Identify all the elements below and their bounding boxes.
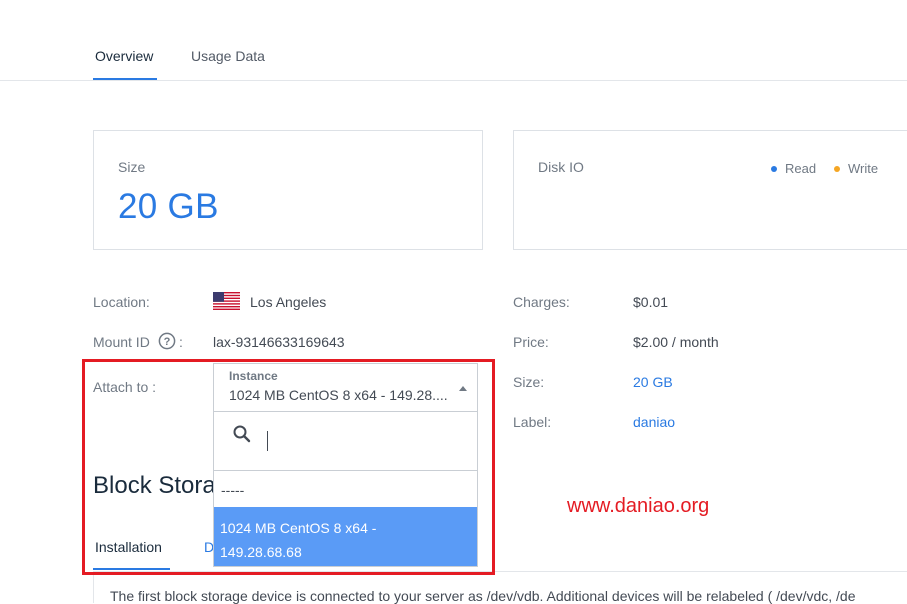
size-link[interactable]: 20 GB	[633, 374, 673, 390]
price-label: Price:	[513, 334, 549, 350]
label-link[interactable]: daniao	[633, 414, 675, 430]
charges-value: $0.01	[633, 294, 669, 310]
size-label: Size:	[513, 374, 545, 390]
mount-id-label: Mount ID	[93, 334, 150, 350]
tab-overview[interactable]: Overview	[95, 48, 153, 64]
size-card-value: 20 GB	[118, 187, 219, 226]
installation-instructions: The first block storage device is connec…	[110, 588, 856, 604]
price-value: $2.00 / month	[633, 334, 719, 350]
read-legend-dot-icon	[771, 166, 777, 172]
label-label: Label:	[513, 414, 552, 430]
help-icon[interactable]: ?	[158, 332, 176, 350]
size-card: Size 20 GB	[93, 130, 483, 250]
charges-label: Charges:	[513, 294, 570, 310]
write-legend-dot-icon	[834, 166, 840, 172]
us-flag-icon	[213, 292, 240, 315]
write-legend-label[interactable]: Write	[848, 161, 878, 176]
location-label: Location:	[93, 294, 150, 310]
size-card-label: Size	[118, 159, 146, 175]
tabs-divider	[0, 80, 907, 81]
disk-io-label: Disk IO	[538, 159, 584, 175]
disk-io-card: Disk IO Read Write	[513, 130, 907, 250]
watermark-text: www.daniao.org	[567, 495, 710, 517]
content-left-border	[93, 572, 94, 603]
mount-id-colon: :	[179, 334, 183, 350]
read-legend-label[interactable]: Read	[785, 161, 816, 176]
svg-text:?: ?	[164, 336, 171, 348]
location-value: Los Angeles	[250, 294, 327, 310]
tab-usage-data[interactable]: Usage Data	[191, 48, 265, 64]
highlight-annotation-box	[82, 359, 495, 575]
mount-id-value: lax-93146633169643	[213, 334, 345, 350]
